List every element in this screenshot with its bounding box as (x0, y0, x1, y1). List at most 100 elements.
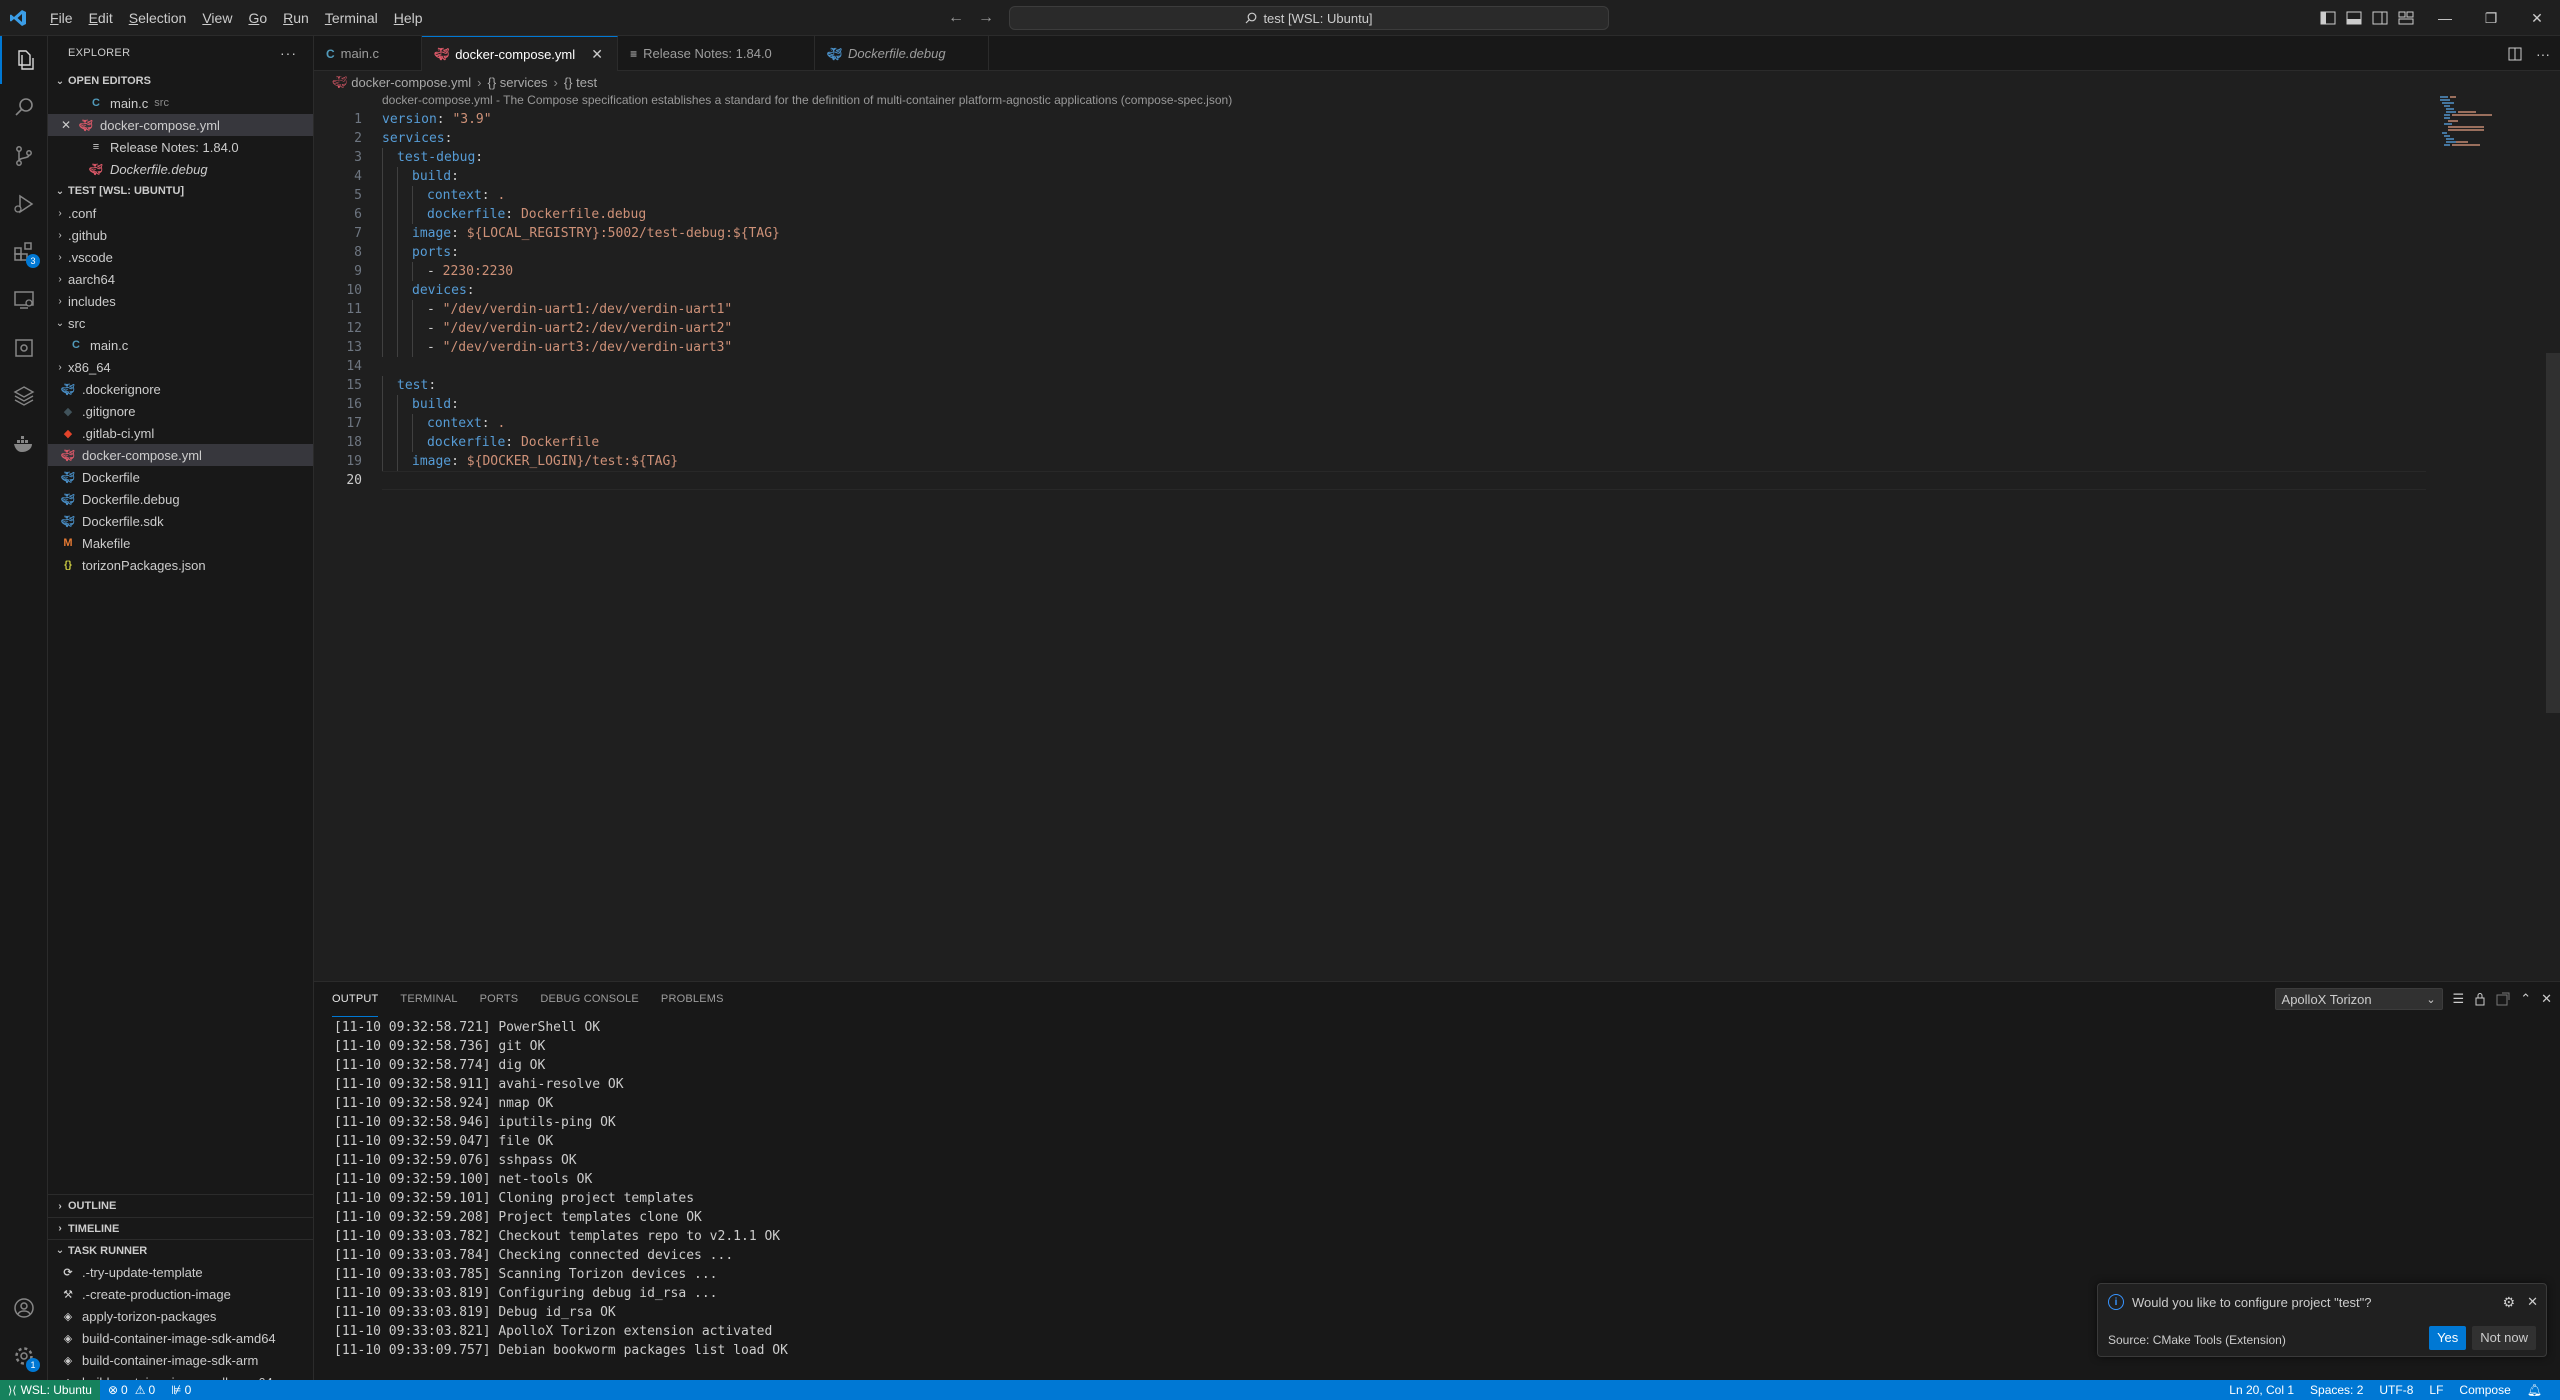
tree-item[interactable]: 🐳︎ docker-compose.yml (48, 444, 313, 466)
cursor-position[interactable]: Ln 20, Col 1 (2221, 1383, 2302, 1397)
panel-tab-problems[interactable]: PROBLEMS (661, 982, 724, 1017)
command-center[interactable]: test [WSL: Ubuntu] (1009, 6, 1609, 30)
menu-item[interactable]: File (42, 0, 81, 36)
tree-item[interactable]: › aarch64 (48, 268, 313, 290)
menu-item[interactable]: Run (275, 0, 317, 36)
open-output-editor-icon[interactable] (2496, 992, 2510, 1006)
testing-icon[interactable] (0, 324, 48, 372)
close-panel-icon[interactable]: ✕ (2541, 991, 2552, 1007)
tree-item[interactable]: 🐳︎ Dockerfile (48, 466, 313, 488)
clear-output-icon[interactable]: ☰ (2453, 991, 2465, 1007)
menu-item[interactable]: Edit (81, 0, 121, 36)
tab-release-notes-1-84-0[interactable]: ≡Release Notes: 1.84.0✕ (618, 36, 815, 71)
code-content[interactable]: version: "3.9" services: test-debug: build:… (382, 110, 2482, 490)
close-icon[interactable]: ✕ (589, 46, 605, 63)
indentation[interactable]: Spaces: 2 (2302, 1383, 2371, 1397)
breadcrumb-item[interactable]: docker-compose.yml (351, 75, 471, 90)
task-item[interactable]: ⚒ .-create-production-image (48, 1283, 313, 1305)
tree-item[interactable]: › .conf (48, 202, 313, 224)
breadcrumb-item[interactable]: {} test (564, 75, 597, 90)
panel-tab-output[interactable]: OUTPUT (332, 982, 379, 1017)
open-editors-header[interactable]: ⌄ OPEN EDITORS (48, 70, 313, 92)
notification-settings-gear-icon[interactable]: ⚙ (2503, 1294, 2516, 1311)
task-item[interactable]: ◈build-container-image-sdk-arm64 (48, 1371, 313, 1381)
tree-item[interactable]: ◆ .gitlab-ci.yml (48, 422, 313, 444)
docker-icon[interactable] (0, 420, 48, 468)
schema-codelens[interactable]: docker-compose.yml - The Compose specifi… (382, 93, 1232, 109)
outline-header[interactable]: › OUTLINE (48, 1195, 313, 1217)
close-window-icon[interactable]: ✕ (2514, 0, 2560, 36)
code-editor[interactable]: docker-compose.yml - The Compose specifi… (314, 93, 2560, 981)
ports-indicator[interactable]: ⊯ 0 (163, 1383, 199, 1397)
output-channel-select[interactable]: ApolloX Torizon ⌄ (2274, 988, 2443, 1010)
tree-item[interactable]: 🐳︎ Dockerfile.sdk (48, 510, 313, 532)
lock-scroll-icon[interactable] (2474, 992, 2486, 1006)
task-item[interactable]: ◈ build-container-image-sdk-arm (48, 1349, 313, 1371)
tree-item[interactable]: 🐳︎ Dockerfile.debug (48, 488, 313, 510)
open-editor-item[interactable]: Cmain.c src (48, 92, 313, 114)
source-control-icon[interactable] (0, 132, 48, 180)
tree-item[interactable]: {} torizonPackages.json (48, 554, 313, 576)
minimap[interactable] (2430, 93, 2560, 981)
editor-scrollbar[interactable] (2546, 353, 2560, 713)
open-editor-item[interactable]: ✕ 🐳︎ docker-compose.yml (48, 114, 313, 136)
notification-close-icon[interactable]: ✕ (2527, 1294, 2538, 1311)
toggle-panel-icon[interactable] (2346, 11, 2362, 25)
tree-item[interactable]: M Makefile (48, 532, 313, 554)
encoding[interactable]: UTF-8 (2371, 1383, 2421, 1397)
menu-item[interactable]: View (194, 0, 240, 36)
menu-item[interactable]: Help (386, 0, 431, 36)
panel-tab-ports[interactable]: PORTS (480, 982, 519, 1017)
extensions-icon[interactable]: 3 (0, 228, 48, 276)
yes-button[interactable]: Yes (2429, 1326, 2467, 1350)
open-editor-item[interactable]: 🐳︎ Dockerfile.debug (48, 158, 313, 180)
panel-tab-debug-console[interactable]: DEBUG CONSOLE (540, 982, 639, 1017)
remote-indicator[interactable]: ⟩⟨ WSL: Ubuntu (0, 1380, 100, 1400)
manage-gear-icon[interactable]: 1 (0, 1332, 48, 1380)
task-runner-header[interactable]: ⌄ TASK RUNNER (48, 1239, 313, 1261)
tree-item[interactable]: › x86_64 (48, 356, 313, 378)
workspace-header[interactable]: ⌄ TEST [WSL: UBUNTU] (48, 180, 313, 202)
task-item[interactable]: ⟳ .-try-update-template (48, 1261, 313, 1283)
tree-item[interactable]: › includes (48, 290, 313, 312)
search-icon[interactable] (0, 84, 48, 132)
back-arrow-icon[interactable]: ← (948, 9, 964, 27)
not-now-button[interactable]: Not now (2472, 1326, 2536, 1350)
tree-item[interactable]: 🐳︎ .dockerignore (48, 378, 313, 400)
task-item[interactable]: ◈ build-container-image-sdk-amd64 (48, 1327, 313, 1349)
forward-arrow-icon[interactable]: → (978, 9, 994, 27)
tree-item[interactable]: ⌄ src (48, 312, 313, 334)
toggle-secondary-sidebar-icon[interactable] (2372, 11, 2388, 25)
torizon-icon[interactable] (0, 372, 48, 420)
notifications-bell-icon[interactable]: 🔔︎ (2519, 1383, 2550, 1397)
maximize-panel-icon[interactable]: ⌃ (2520, 991, 2531, 1007)
more-actions-icon[interactable]: ··· (280, 45, 297, 61)
tree-item[interactable]: › .github (48, 224, 313, 246)
accounts-icon[interactable] (0, 1284, 48, 1332)
tab-dockerfile-debug[interactable]: 🐳︎Dockerfile.debug✕ (815, 36, 989, 71)
menu-item[interactable]: Selection (121, 0, 195, 36)
split-editor-icon[interactable] (2508, 47, 2522, 61)
explorer-icon[interactable] (0, 36, 48, 84)
language-mode[interactable]: Compose (2451, 1383, 2518, 1397)
menu-item[interactable]: Terminal (317, 0, 386, 36)
end-of-line[interactable]: LF (2421, 1383, 2451, 1397)
more-actions-icon[interactable]: ··· (2536, 46, 2550, 62)
tree-item[interactable]: ◆ .gitignore (48, 400, 313, 422)
breadcrumb-item[interactable]: {} services (488, 75, 548, 90)
open-editor-item[interactable]: ≡ Release Notes: 1.84.0 (48, 136, 313, 158)
tab-docker-compose-yml[interactable]: 🐳︎ docker-compose.yml ✕ (421, 36, 619, 71)
close-icon[interactable]: ✕ (58, 118, 74, 132)
panel-tab-terminal[interactable]: TERMINAL (400, 982, 457, 1017)
menu-item[interactable]: Go (240, 0, 275, 36)
output-log[interactable]: [11-10 09:32:58.721] PowerShell OK [11-10… (334, 1018, 788, 1360)
task-item[interactable]: ◈ apply-torizon-packages (48, 1305, 313, 1327)
tree-item[interactable]: Cmain.c (48, 334, 313, 356)
tab-main-c[interactable]: Cmain.c✕ (314, 36, 422, 71)
restore-icon[interactable]: ❐ (2468, 0, 2514, 36)
customize-layout-icon[interactable] (2398, 11, 2414, 25)
timeline-header[interactable]: › TIMELINE (48, 1217, 313, 1239)
tree-item[interactable]: › .vscode (48, 246, 313, 268)
run-debug-icon[interactable] (0, 180, 48, 228)
toggle-primary-sidebar-icon[interactable] (2320, 11, 2336, 25)
